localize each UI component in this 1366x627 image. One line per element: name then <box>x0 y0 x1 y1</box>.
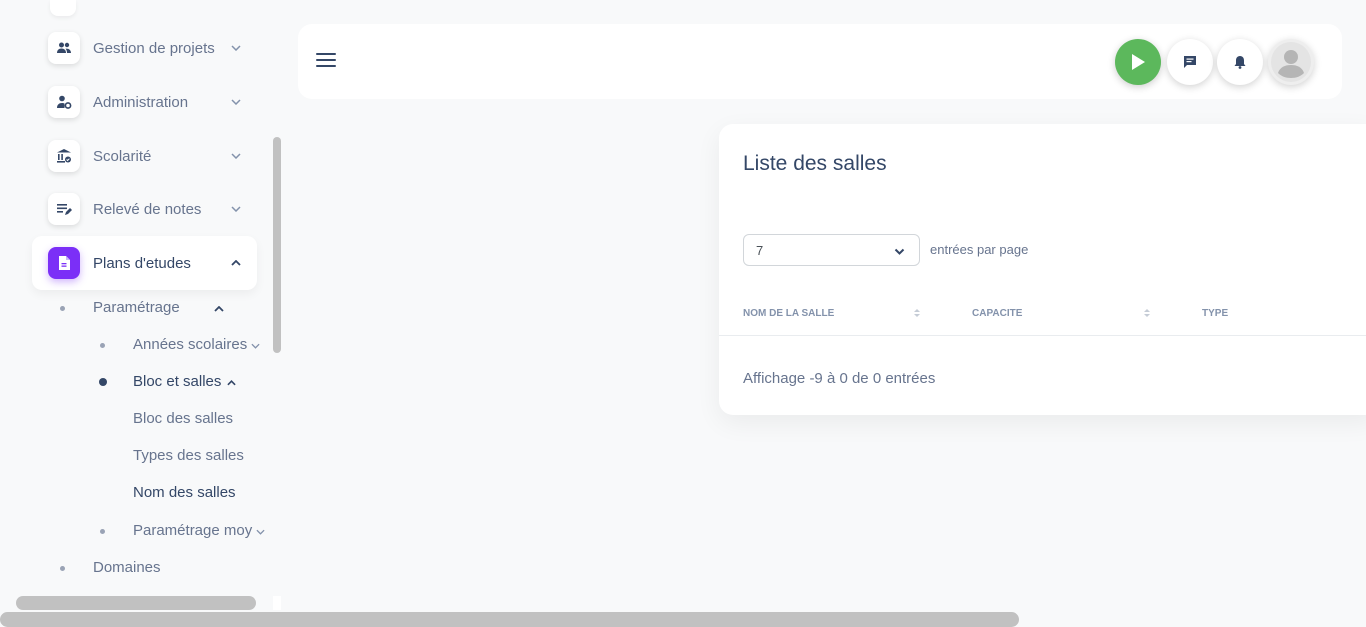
chevron-down-icon <box>227 93 245 111</box>
document-icon <box>48 247 80 279</box>
divider <box>719 335 1366 336</box>
users-icon <box>48 32 80 64</box>
chevron-down-icon <box>251 336 260 353</box>
sidebar-item-partial[interactable] <box>50 0 76 16</box>
sidebar-item-releve-de-notes[interactable]: Relevé de notes <box>32 182 257 236</box>
user-gear-icon <box>48 86 80 118</box>
bullet-icon <box>60 566 65 571</box>
bullet-icon <box>100 529 105 534</box>
bullet-icon <box>60 306 65 311</box>
sidebar-item-label: Scolarité <box>93 147 152 165</box>
sidebar-item-scolarite[interactable]: Scolarité <box>32 129 257 183</box>
rooms-list-card: Liste des salles 7 entrées par page NOM … <box>719 124 1366 415</box>
chevron-down-icon <box>227 39 245 57</box>
sidebar-sub-label: Bloc et salles <box>133 373 222 390</box>
sidebar-item-gestion-de-projets[interactable]: Gestion de projets <box>32 21 257 75</box>
sidebar-horizontal-scrollbar[interactable] <box>16 596 256 610</box>
chevron-down-icon <box>227 147 245 165</box>
play-button[interactable] <box>1115 39 1161 85</box>
page-horizontal-scrollbar[interactable] <box>0 612 1019 627</box>
bullet-icon <box>100 343 105 348</box>
list-edit-icon <box>48 193 80 225</box>
bell-icon <box>1234 56 1246 69</box>
scrollbar-corner <box>273 596 281 610</box>
sidebar-item-administration[interactable]: Administration <box>32 75 257 129</box>
sidebar-sub-label: Types des salles <box>133 447 244 464</box>
bank-check-icon <box>48 140 80 172</box>
chevron-down-icon <box>256 522 265 539</box>
sidebar-item-label: Gestion de projets <box>93 39 215 57</box>
sidebar-item-label: Plans d'etudes <box>93 254 191 272</box>
select-value: 7 <box>756 242 764 258</box>
sort-icon[interactable] <box>1143 307 1151 319</box>
messages-button[interactable] <box>1167 39 1213 85</box>
sidebar-sub-parametrage-moy[interactable]: Paramétrage moy <box>133 522 265 539</box>
play-icon <box>1132 54 1145 70</box>
sidebar-sub-label: Années scolaires <box>133 336 248 353</box>
sidebar-sub-nom-des-salles[interactable]: Nom des salles <box>133 484 236 501</box>
sidebar-sub-label: Paramétrage moy <box>133 522 253 539</box>
user-avatar-icon <box>1271 42 1311 82</box>
sidebar-item-label: Administration <box>93 93 189 111</box>
avatar[interactable] <box>1268 39 1314 85</box>
sidebar-sub-label: Paramétrage <box>93 299 180 316</box>
column-header-type[interactable]: TYPE <box>1202 308 1228 319</box>
chevron-down-icon <box>227 200 245 218</box>
sidebar-sub-bloc-des-salles[interactable]: Bloc des salles <box>133 410 233 427</box>
chevron-down-icon <box>894 244 905 259</box>
sidebar-item-label: Relevé de notes <box>93 200 202 218</box>
sidebar-sub-label: Nom des salles <box>133 484 236 501</box>
sidebar-sub-domaines[interactable]: Domaines <box>93 559 161 576</box>
chevron-up-icon <box>214 299 224 316</box>
page-title: Liste des salles <box>743 152 887 175</box>
sidebar: Gestion de projets Administration Scolar… <box>0 0 290 627</box>
sidebar-sub-annees-scolaires[interactable]: Années scolaires <box>133 336 260 353</box>
sort-icon[interactable] <box>913 307 921 319</box>
sidebar-item-plans-d-etudes[interactable]: Plans d'etudes <box>32 236 257 290</box>
chevron-up-icon <box>227 254 245 272</box>
sidebar-sub-parametrage[interactable]: Paramétrage <box>93 299 224 316</box>
entries-per-page-label: entrées par page <box>930 242 1029 257</box>
chevron-up-icon <box>227 373 237 390</box>
entries-per-page-select[interactable]: 7 <box>743 234 920 266</box>
message-icon <box>1184 56 1196 68</box>
sidebar-sub-label: Domaines <box>93 559 161 576</box>
sidebar-sub-label: Bloc des salles <box>133 410 234 427</box>
sidebar-sub-bloc-et-salles[interactable]: Bloc et salles <box>133 373 237 390</box>
sidebar-sub-types-des-salles[interactable]: Types des salles <box>133 447 244 464</box>
sidebar-vertical-scrollbar[interactable] <box>273 137 281 353</box>
column-header-nom-de-la-salle[interactable]: NOM DE LA SALLE <box>743 308 834 319</box>
bullet-active-icon <box>99 378 107 386</box>
notifications-button[interactable] <box>1217 39 1263 85</box>
hamburger-menu-icon[interactable] <box>316 53 336 69</box>
table-info: Affichage -9 à 0 de 0 entrées <box>743 370 936 387</box>
top-navbar <box>298 24 1342 99</box>
column-header-capacite[interactable]: CAPACITE <box>972 308 1022 319</box>
